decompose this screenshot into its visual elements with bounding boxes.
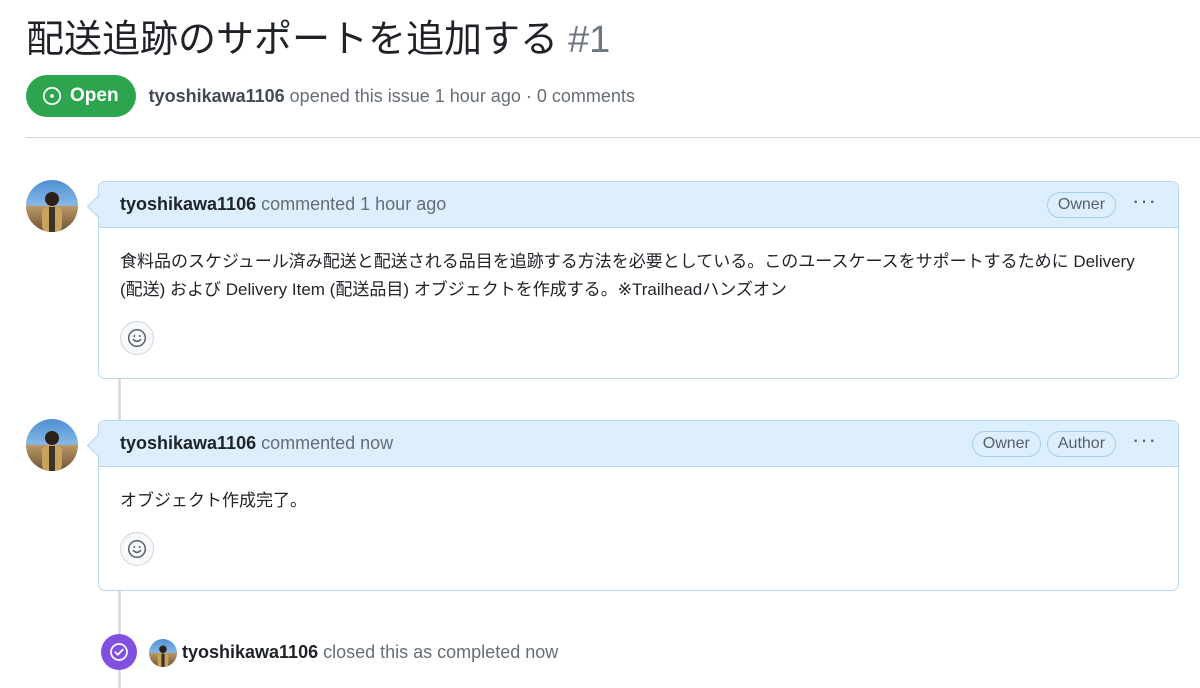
add-reaction-button[interactable]: [120, 321, 154, 355]
comment-header: tyoshikawa1106 commented now Owner Autho…: [99, 421, 1178, 467]
issue-title: 配送追跡のサポートを追加する: [26, 19, 559, 61]
issue-meta-text: tyoshikawa1106 opened this issue 1 hour …: [149, 86, 635, 107]
comment-timestamp[interactable]: commented 1 hour ago: [261, 194, 446, 214]
closed-event-text: tyoshikawa1106 closed this as completed …: [182, 640, 558, 664]
issue-meta: Open tyoshikawa1106 opened this issue 1 …: [26, 75, 635, 117]
comment-body: 食料品のスケジュール済み配送と配送される品目を追跡する方法を必要としている。この…: [120, 252, 1135, 299]
avatar-image: [157, 645, 169, 667]
event-author-link[interactable]: tyoshikawa1106: [182, 642, 318, 662]
state-label: Open: [70, 85, 119, 106]
avatar[interactable]: [149, 639, 177, 667]
issue-meta-detail: opened this issue 1 hour ago · 0 comment…: [289, 85, 635, 106]
comment-card: tyoshikawa1106 commented now Owner Autho…: [98, 420, 1179, 591]
smiley-icon: [127, 539, 147, 559]
kebab-horizontal-icon[interactable]: ···: [1132, 189, 1157, 219]
issue-title-row: 配送追跡のサポートを追加する #1: [26, 14, 610, 66]
comment-header-actions: Owner ···: [1046, 189, 1157, 219]
comment-card: tyoshikawa1106 commented 1 hour ago Owne…: [98, 181, 1179, 379]
comment-header-text: tyoshikawa1106 commented 1 hour ago: [120, 194, 446, 215]
issue-author-link[interactable]: tyoshikawa1106: [149, 86, 285, 106]
avatar-image: [42, 431, 62, 471]
comment-author-link[interactable]: tyoshikawa1106: [120, 194, 256, 214]
comment-header-text: tyoshikawa1106 commented now: [120, 433, 393, 454]
check-circle-icon: [110, 643, 128, 661]
comment-timestamp[interactable]: commented now: [261, 433, 393, 453]
avatar[interactable]: [26, 419, 78, 471]
comment-header: tyoshikawa1106 commented 1 hour ago Owne…: [99, 182, 1178, 228]
comment-author-link[interactable]: tyoshikawa1106: [120, 433, 256, 453]
issue-number: #1: [568, 19, 611, 61]
owner-label: Owner: [971, 430, 1041, 457]
smiley-icon: [127, 328, 147, 348]
author-label: Author: [1046, 430, 1117, 457]
add-reaction-button[interactable]: [120, 532, 154, 566]
issue-opened-icon: [42, 86, 62, 106]
closed-event-badge: [101, 634, 137, 670]
header-divider: [26, 137, 1200, 138]
comment-header-actions: Owner Author ···: [971, 428, 1157, 458]
state-badge-open: Open: [26, 75, 136, 117]
owner-label: Owner: [1046, 191, 1117, 218]
comment-body: オブジェクト作成完了。: [120, 491, 307, 510]
event-description: closed this as completed now: [323, 642, 559, 662]
avatar[interactable]: [26, 180, 78, 232]
avatar-image: [42, 192, 62, 232]
kebab-horizontal-icon[interactable]: ···: [1132, 428, 1157, 458]
